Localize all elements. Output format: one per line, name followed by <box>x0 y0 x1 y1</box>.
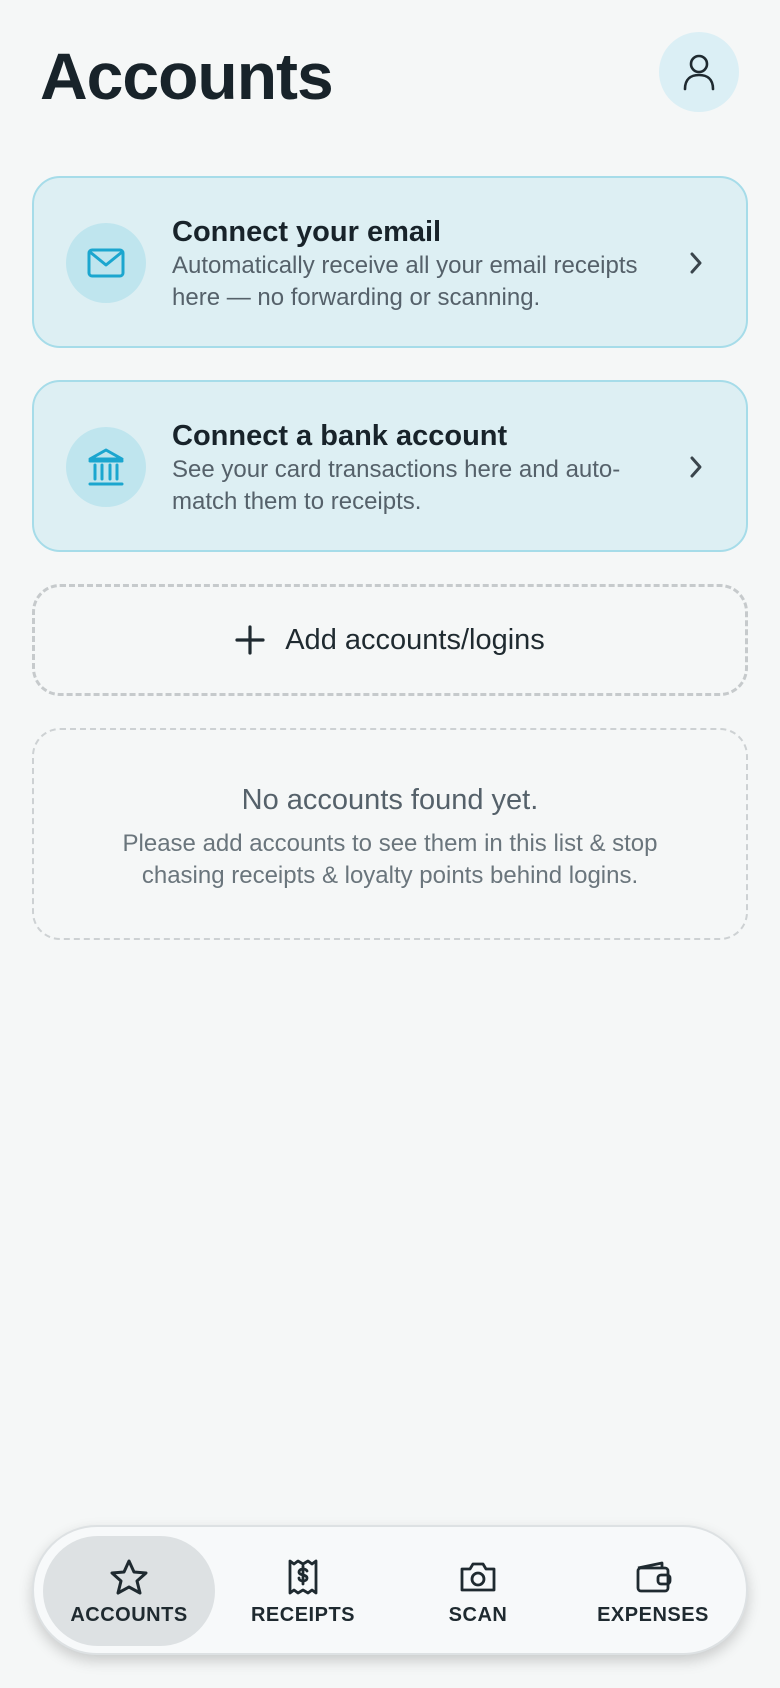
bottom-nav: ACCOUNTS RECEIPTS SCAN EXPENSES <box>32 1525 748 1655</box>
nav-item-accounts[interactable]: ACCOUNTS <box>43 1536 215 1646</box>
camera-icon <box>457 1556 499 1598</box>
page-title: Accounts <box>40 39 334 113</box>
empty-state-title: No accounts found yet. <box>241 784 539 816</box>
profile-button[interactable] <box>659 32 739 112</box>
connect-email-card[interactable]: Connect your email Automatically receive… <box>32 176 748 348</box>
card-title: Connect your email <box>172 216 442 248</box>
nav-label: EXPENSES <box>597 1603 709 1626</box>
nav-label: RECEIPTS <box>250 1603 356 1626</box>
card-description: Automatically receive all your email rec… <box>172 252 638 311</box>
empty-state-description: Please add accounts to see them in this … <box>122 830 658 889</box>
chevron-right-icon <box>682 452 710 482</box>
nav-item-receipts[interactable]: RECEIPTS <box>217 1536 389 1646</box>
card-description: See your card transactions here and auto… <box>172 456 621 515</box>
accounts-screen: Accounts Connect your email Automaticall… <box>0 0 780 1688</box>
connect-bank-card[interactable]: Connect a bank account See your card tra… <box>32 380 748 552</box>
receipt-dollar-icon <box>282 1556 324 1598</box>
empty-state: No accounts found yet. Please add accoun… <box>32 728 748 940</box>
envelope-icon <box>87 248 125 278</box>
card-icon-wrap <box>66 427 146 507</box>
card-title: Connect a bank account <box>172 420 508 452</box>
plus-icon <box>235 625 265 655</box>
nav-item-scan[interactable]: SCAN <box>392 1536 564 1646</box>
person-icon <box>683 54 715 91</box>
header: Accounts <box>40 32 740 114</box>
wallet-icon <box>632 1556 674 1598</box>
nav-label: ACCOUNTS <box>70 1603 188 1626</box>
add-accounts-button[interactable]: Add accounts/logins <box>32 584 748 696</box>
add-accounts-label: Add accounts/logins <box>285 623 545 656</box>
card-icon-wrap <box>66 223 146 303</box>
bank-icon <box>88 448 124 486</box>
star-icon <box>108 1556 150 1598</box>
nav-item-expenses[interactable]: EXPENSES <box>567 1536 739 1646</box>
nav-label: SCAN <box>448 1603 508 1626</box>
chevron-right-icon <box>682 248 710 278</box>
